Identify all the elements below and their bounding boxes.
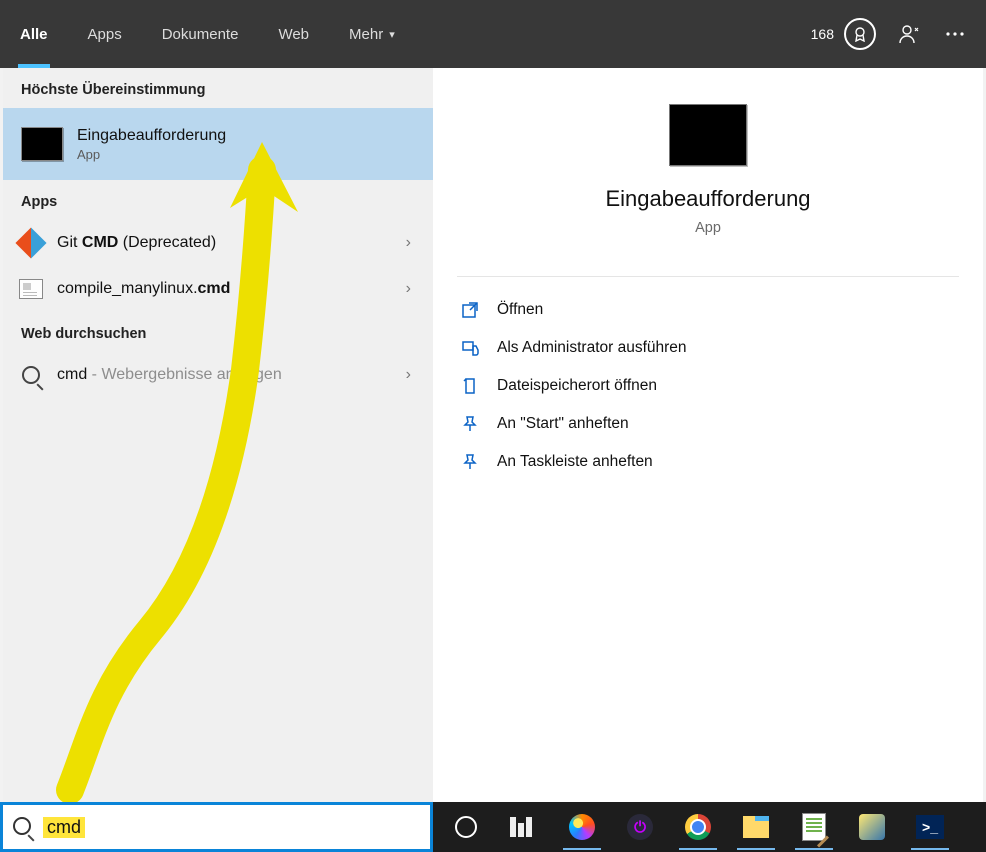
action-open-label: Öffnen (497, 301, 543, 319)
detail-actions: Öffnen Als Administrator ausführen Datei… (433, 285, 983, 487)
cortana-icon (455, 816, 477, 838)
tab-more-label: Mehr (349, 26, 383, 43)
taskbar-powershell[interactable]: >_ (903, 804, 957, 850)
open-icon (461, 301, 481, 319)
search-scope-tabs: Alle Apps Dokumente Web Mehr ▾ (0, 0, 415, 68)
best-match-subtitle: App (77, 147, 415, 162)
pin-icon (461, 453, 481, 471)
chevron-down-icon: ▾ (389, 28, 395, 41)
action-pintaskbar-label: An Taskleiste anheften (497, 453, 653, 471)
powershell-icon: >_ (916, 815, 944, 839)
cmd-icon-large (669, 104, 747, 166)
power-icon: ⏻ (627, 814, 653, 840)
taskbar-canary[interactable]: ⏻ (613, 804, 667, 850)
action-open-file-location[interactable]: Dateispeicherort öffnen (443, 367, 973, 405)
chevron-right-icon[interactable]: › (400, 234, 417, 252)
taskbar-firefox[interactable] (555, 804, 609, 850)
taskbar-taskview[interactable] (497, 804, 551, 850)
topbar-right: 168 (811, 18, 966, 50)
taskview-icon (510, 817, 538, 837)
cmd-icon (21, 127, 63, 161)
shield-icon (461, 339, 481, 357)
rewards-points[interactable]: 168 (811, 18, 876, 50)
taskbar-file-explorer[interactable] (729, 804, 783, 850)
detail-hero: Eingabeaufforderung App (433, 68, 983, 258)
web-result-title: cmd - Webergebnisse anzeigen (57, 366, 400, 384)
taskbar-cortana[interactable] (439, 804, 493, 850)
results-left-column: Höchste Übereinstimmung Eingabeaufforder… (3, 68, 433, 802)
action-pin-to-start[interactable]: An "Start" anheften (443, 405, 973, 443)
chevron-right-icon[interactable]: › (400, 366, 417, 384)
action-pinstart-label: An "Start" anheften (497, 415, 629, 433)
folder-icon (461, 377, 481, 395)
tab-more[interactable]: Mehr ▾ (329, 0, 415, 68)
tab-all[interactable]: Alle (0, 0, 68, 68)
app-result-git-cmd[interactable]: Git CMD (Deprecated) › (3, 220, 433, 266)
action-location-label: Dateispeicherort öffnen (497, 377, 657, 395)
firefox-icon (569, 814, 595, 840)
pin-icon (461, 415, 481, 433)
search-icon (13, 817, 33, 837)
divider (457, 276, 959, 277)
result-detail-column: Eingabeaufforderung App Öffnen Als Admin… (433, 68, 983, 802)
chevron-right-icon[interactable]: › (400, 280, 417, 298)
cmd-file-icon (19, 277, 43, 301)
account-icon[interactable] (898, 22, 922, 46)
action-pin-to-taskbar[interactable]: An Taskleiste anheften (443, 443, 973, 481)
best-match-label: Höchste Übereinstimmung (3, 68, 433, 108)
search-icon (19, 363, 43, 387)
chrome-icon (685, 814, 711, 840)
taskbar-pycharm[interactable] (845, 804, 899, 850)
folder-icon (743, 816, 769, 838)
detail-subtitle: App (453, 220, 963, 236)
search-topbar: Alle Apps Dokumente Web Mehr ▾ 168 (0, 0, 986, 68)
web-label: Web durchsuchen (3, 312, 433, 352)
tab-apps[interactable]: Apps (68, 0, 142, 68)
detail-title: Eingabeaufforderung (453, 186, 963, 212)
web-search-result[interactable]: cmd - Webergebnisse anzeigen › (3, 352, 433, 398)
taskbar-notepadpp[interactable] (787, 804, 841, 850)
app-result-compile-cmd[interactable]: compile_manylinux.cmd › (3, 266, 433, 312)
action-run-as-admin[interactable]: Als Administrator ausführen (443, 329, 973, 367)
notepadpp-icon (802, 813, 826, 841)
start-search-bar[interactable]: cmd (0, 802, 433, 852)
git-icon (19, 231, 43, 255)
search-results-panel: Höchste Übereinstimmung Eingabeaufforder… (3, 68, 983, 802)
apps-label: Apps (3, 180, 433, 220)
more-icon[interactable] (944, 23, 966, 45)
tab-documents[interactable]: Dokumente (142, 0, 259, 68)
rewards-points-value: 168 (811, 26, 834, 42)
search-query-text: cmd (43, 817, 85, 838)
action-open[interactable]: Öffnen (443, 291, 973, 329)
action-admin-label: Als Administrator ausführen (497, 339, 687, 357)
app-result-title: Git CMD (Deprecated) (57, 234, 400, 252)
medal-icon (844, 18, 876, 50)
best-match-result[interactable]: Eingabeaufforderung App (3, 108, 433, 180)
pycharm-icon (859, 814, 885, 840)
taskbar: ⏻ >_ (433, 802, 986, 852)
tab-web[interactable]: Web (258, 0, 329, 68)
taskbar-chrome[interactable] (671, 804, 725, 850)
app-result-title: compile_manylinux.cmd (57, 280, 400, 298)
best-match-title: Eingabeaufforderung (77, 127, 415, 145)
